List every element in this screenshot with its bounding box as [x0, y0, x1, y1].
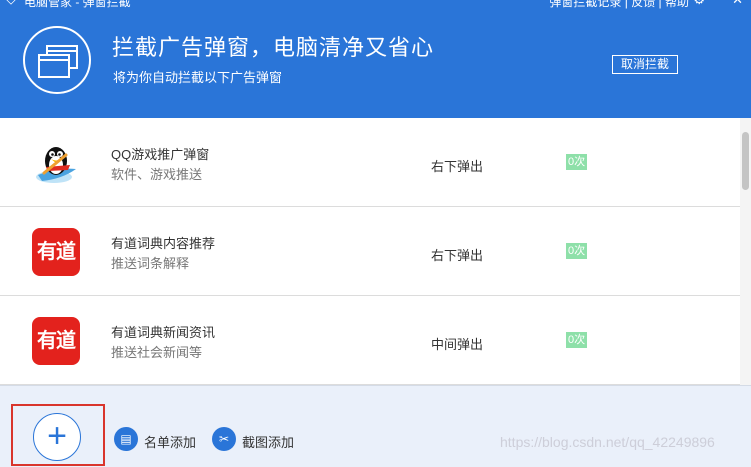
item-position: 中间弹出 [431, 337, 484, 352]
item-position: 右下弹出 [431, 159, 484, 174]
list-item[interactable]: 有道 有道词典新闻资讯 推送社会新闻等 中间弹出 0次 [0, 296, 740, 385]
hero-title: 拦截广告弹窗，电脑清净又省心 [112, 35, 435, 60]
item-desc: 推送词条解释 [111, 256, 190, 271]
count-badge: 0次 [566, 243, 588, 259]
item-desc: 推送社会新闻等 [111, 345, 203, 360]
item-desc: 软件、游戏推送 [111, 167, 203, 182]
qq-penguin-icon [32, 139, 80, 187]
count-badge: 0次 [566, 154, 588, 170]
blocked-popup-list: QQ游戏推广弹窗 软件、游戏推送 右下弹出 0次 有道 有道词典内容推荐 推送词… [0, 118, 740, 385]
list-icon: ▤ [114, 427, 138, 451]
list-scrollbar[interactable] [740, 118, 751, 385]
screenshot-add-button[interactable]: ✂ 截图添加 [212, 427, 302, 451]
footer-toolbar: + ▤ 名单添加 ✂ 截图添加 https://blog.csdn.net/qq… [0, 385, 751, 467]
count-badge: 0次 [566, 332, 588, 348]
list-item[interactable]: QQ游戏推广弹窗 软件、游戏推送 右下弹出 0次 [0, 118, 740, 207]
gear-icon[interactable]: ⚙ [693, 0, 705, 8]
youdao-icon: 有道 [32, 317, 80, 365]
app-title: 电脑管家 - 弹窗拦截 [24, 0, 131, 9]
list-item[interactable]: 有道 有道词典内容推荐 推送词条解释 右下弹出 0次 [0, 207, 740, 296]
scrollbar-thumb[interactable] [742, 132, 749, 190]
close-icon[interactable]: ✕ [732, 0, 743, 8]
scissors-icon: ✂ [212, 427, 236, 451]
list-add-label: 名单添加 [144, 435, 197, 450]
screenshot-add-label: 截图添加 [242, 435, 295, 450]
item-name: QQ游戏推广弹窗 [111, 147, 210, 162]
list-add-button[interactable]: ▤ 名单添加 [114, 427, 204, 451]
plus-icon: + [47, 417, 67, 455]
title-links[interactable]: 弹窗拦截记录 | 反馈 | 帮助 [549, 0, 689, 10]
youdao-icon: 有道 [32, 228, 80, 276]
watermark: https://blog.csdn.net/qq_42249896 [500, 434, 715, 450]
title-bar: ◇ 电脑管家 - 弹窗拦截 弹窗拦截记录 | 反馈 | 帮助 ⚙ ✕ [0, 0, 751, 9]
cancel-block-button[interactable]: 取消拦截 [612, 55, 678, 74]
item-name: 有道词典内容推荐 [111, 236, 216, 251]
windows-icon [23, 26, 91, 94]
item-position: 右下弹出 [431, 248, 484, 263]
header-banner: ◇ 电脑管家 - 弹窗拦截 弹窗拦截记录 | 反馈 | 帮助 ⚙ ✕ 拦截广告弹… [0, 0, 751, 118]
hero-subtitle: 将为你自动拦截以下广告弹窗 [113, 70, 283, 85]
back-icon[interactable]: ◇ [6, 0, 16, 7]
add-button[interactable]: + [33, 413, 81, 461]
item-name: 有道词典新闻资讯 [111, 325, 216, 340]
